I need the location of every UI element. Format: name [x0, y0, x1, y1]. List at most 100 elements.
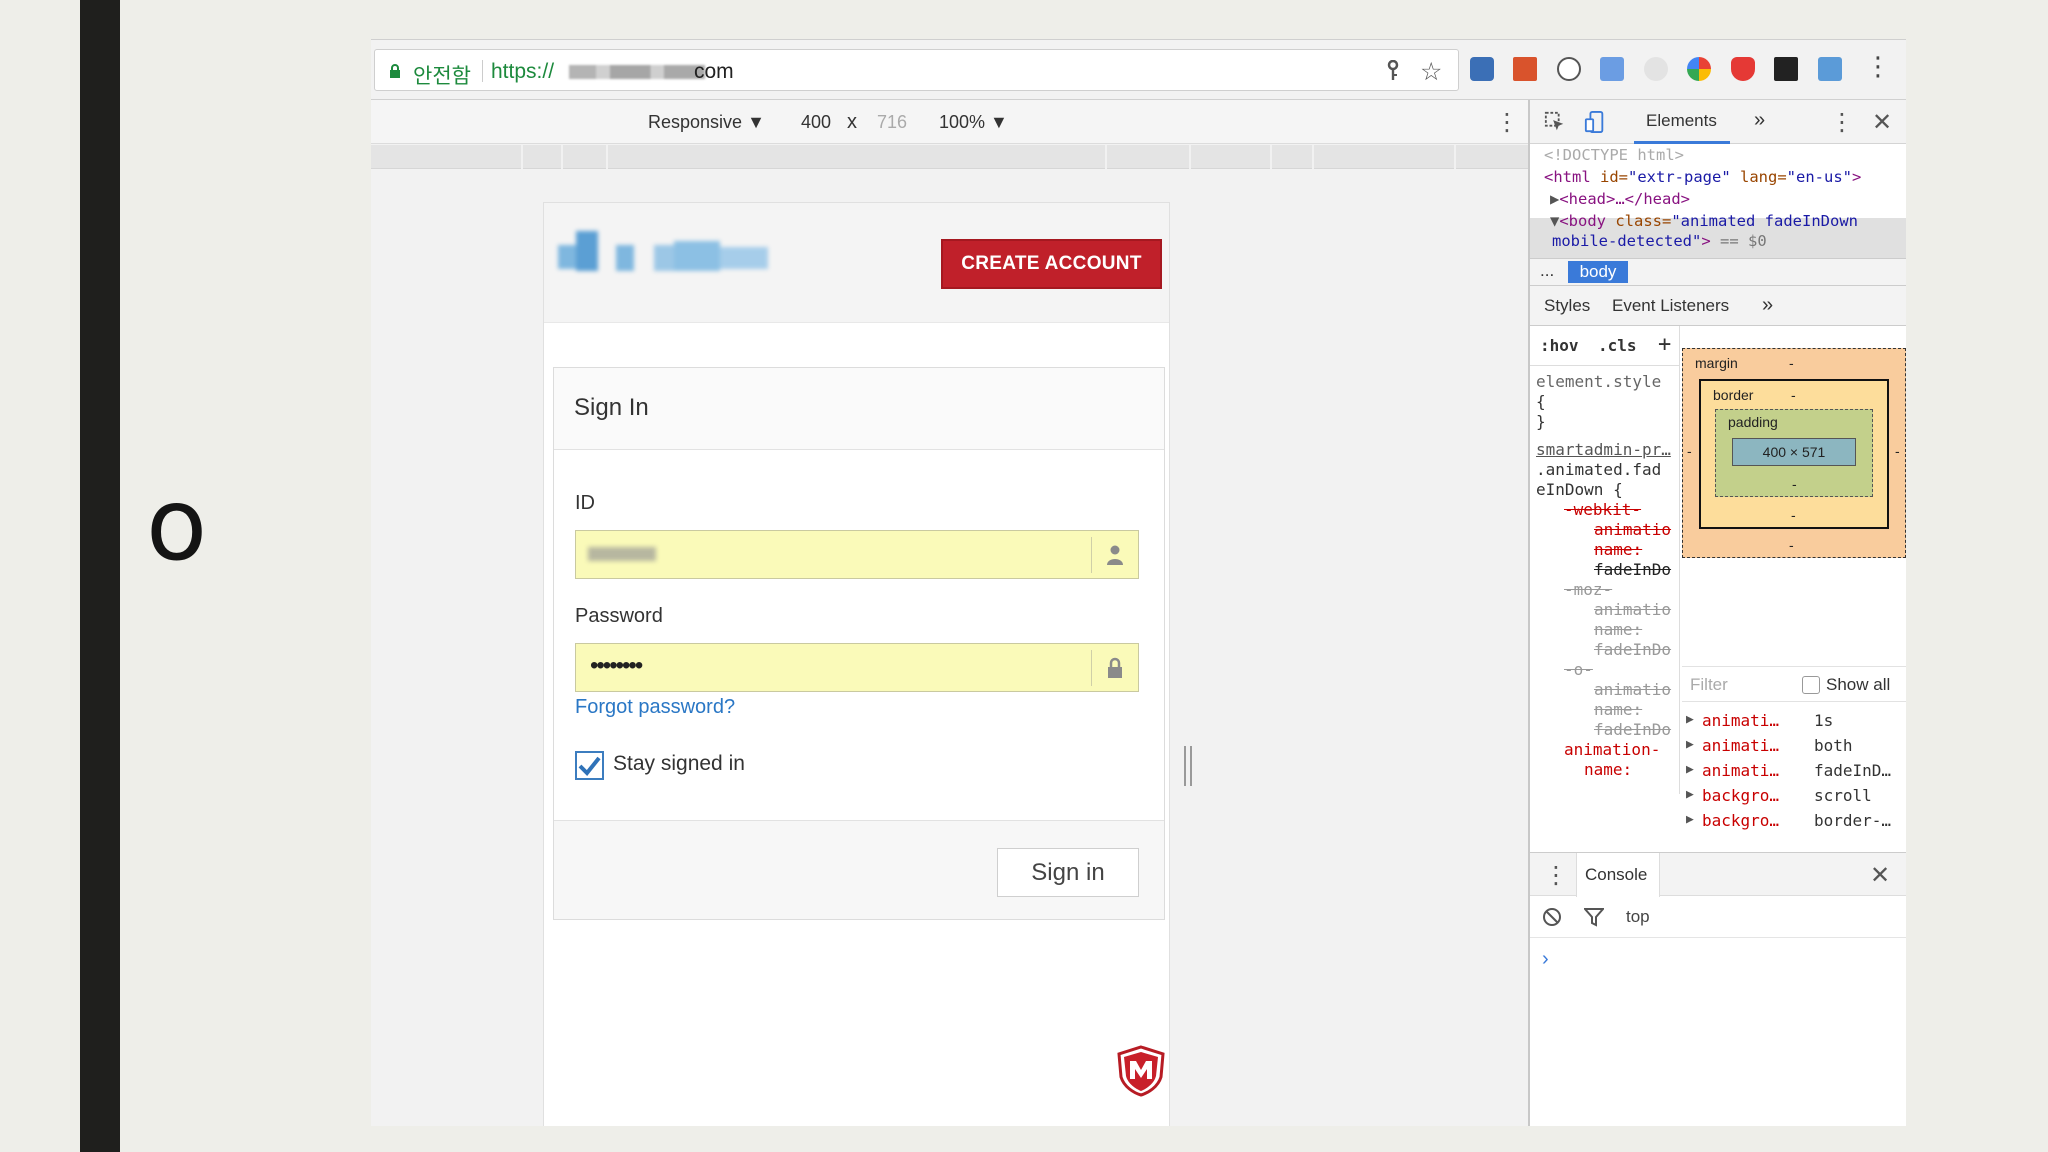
webkit-prefix[interactable]: -webkit-: [1564, 500, 1641, 519]
dom-html-node[interactable]: <html id="extr-page" lang="en-us">: [1544, 168, 1861, 186]
device-toggle-icon[interactable]: [1584, 111, 1606, 133]
id-input[interactable]: [575, 530, 1139, 579]
extension-info-icon[interactable]: [1557, 57, 1581, 81]
devtools-menu-icon[interactable]: ⋮: [1830, 108, 1854, 136]
moz-value[interactable]: fadeInDo: [1594, 640, 1671, 659]
expand-arrow-icon[interactable]: ▶: [1686, 737, 1694, 752]
tab-elements[interactable]: Elements: [1634, 100, 1730, 144]
stylesheet-source-link[interactable]: smartadmin-pr…: [1536, 440, 1671, 459]
expand-arrow-icon[interactable]: ▶: [1550, 190, 1559, 208]
margin-left-value: -: [1687, 443, 1692, 459]
computed-row[interactable]: ▶ animati… both: [1682, 735, 1906, 759]
forgot-password-link[interactable]: Forgot password?: [575, 696, 735, 719]
inspect-element-icon[interactable]: [1544, 111, 1566, 133]
device-height-input[interactable]: 716: [877, 112, 907, 133]
breadcrumb: ... body: [1530, 258, 1906, 286]
zoom-select[interactable]: 100% ▼: [939, 112, 1008, 133]
more-panes-icon[interactable]: »: [1762, 294, 1773, 317]
o-value[interactable]: fadeInDo: [1594, 720, 1671, 739]
dom-body-eq: == $0: [1710, 232, 1767, 250]
breadcrumb-body[interactable]: body: [1568, 261, 1628, 283]
cls-toggle[interactable]: .cls: [1598, 336, 1637, 355]
url-tld[interactable]: com: [694, 60, 734, 84]
tab-event-listeners[interactable]: Event Listeners: [1612, 296, 1729, 316]
secure-label[interactable]: 안전함: [413, 60, 471, 90]
star-icon[interactable]: ☆: [1420, 57, 1442, 86]
dom-body-close: >: [1701, 232, 1711, 250]
webkit-prop-line2[interactable]: name:: [1594, 540, 1642, 559]
computed-row[interactable]: ▶ animati… 1s: [1682, 710, 1906, 734]
page-header: CREATE ACCOUNT: [544, 203, 1169, 323]
new-rule-plus-icon[interactable]: +: [1658, 332, 1671, 357]
dom-body-node[interactable]: ▼<body class="animated fadeInDown: [1550, 212, 1858, 230]
box-model-content[interactable]: 400 × 571: [1732, 438, 1856, 466]
create-account-button[interactable]: CREATE ACCOUNT: [941, 239, 1162, 289]
console-prompt[interactable]: ›: [1542, 948, 1549, 971]
password-input[interactable]: ••••••••: [575, 643, 1139, 692]
extension-translate-icon[interactable]: [1600, 57, 1624, 81]
webkit-prop-line1[interactable]: animatio: [1594, 520, 1671, 539]
filter-icon[interactable]: [1584, 907, 1604, 927]
moz-prop-line2[interactable]: name:: [1594, 620, 1642, 639]
tab-console[interactable]: Console: [1576, 853, 1660, 897]
close-icon[interactable]: ✕: [1870, 861, 1890, 889]
expand-arrow-icon[interactable]: ▶: [1686, 712, 1694, 727]
rule-selector-line2[interactable]: eInDown {: [1536, 480, 1623, 499]
animation-prop-line1[interactable]: animation-: [1564, 740, 1660, 759]
url-scheme[interactable]: https://: [491, 60, 554, 84]
extension-blue-icon[interactable]: [1818, 57, 1842, 81]
device-mode-select[interactable]: Responsive ▼: [648, 112, 765, 133]
sign-in-button[interactable]: Sign in: [997, 848, 1139, 897]
box-model-padding[interactable]: padding - 400 × 571: [1715, 409, 1873, 497]
expand-arrow-icon[interactable]: ▶: [1686, 762, 1694, 777]
element-style-selector[interactable]: element.style: [1536, 372, 1661, 391]
computed-row[interactable]: ▶ backgro… border-…: [1682, 810, 1906, 834]
dom-body-node-cont[interactable]: mobile-detected"> == $0: [1552, 232, 1767, 250]
lock-icon[interactable]: [389, 64, 401, 78]
hov-toggle[interactable]: :hov: [1540, 336, 1579, 355]
breadcrumb-ellipsis[interactable]: ...: [1540, 261, 1554, 281]
dom-doctype[interactable]: <!DOCTYPE html>: [1544, 146, 1684, 164]
box-model-border[interactable]: border - - padding - 400 × 571: [1699, 379, 1889, 529]
animation-prop-line2[interactable]: name:: [1584, 760, 1632, 779]
extension-download-icon[interactable]: [1470, 57, 1494, 81]
drawer-menu-icon[interactable]: ⋮: [1544, 861, 1568, 889]
computed-row[interactable]: ▶ backgro… scroll: [1682, 785, 1906, 809]
computed-row[interactable]: ▶ animati… fadeInD…: [1682, 760, 1906, 784]
extension-red-icon[interactable]: [1513, 57, 1537, 81]
extension-color-picker-icon[interactable]: [1687, 57, 1711, 81]
close-icon[interactable]: ✕: [1872, 108, 1892, 136]
extension-shield-icon[interactable]: [1731, 57, 1755, 81]
extension-jb-icon[interactable]: [1774, 57, 1798, 81]
dom-head-node[interactable]: ▶<head>…</head>: [1550, 190, 1690, 208]
omnibox[interactable]: 안전함 https:// com ☆: [374, 49, 1459, 91]
webkit-value[interactable]: fadeInDo: [1594, 560, 1671, 579]
show-all-checkbox[interactable]: [1802, 676, 1820, 694]
viewport-resize-handle[interactable]: [1184, 746, 1192, 786]
o-prop-line1[interactable]: animatio: [1594, 680, 1671, 699]
show-all-label[interactable]: Show all: [1826, 675, 1890, 695]
stay-signed-in-label[interactable]: Stay signed in: [613, 752, 745, 776]
url-blurred-domain[interactable]: [569, 65, 705, 79]
console-context-select[interactable]: top: [1626, 907, 1650, 927]
expand-arrow-icon[interactable]: ▶: [1686, 787, 1694, 802]
tab-styles[interactable]: Styles: [1544, 296, 1590, 316]
clear-console-icon[interactable]: [1542, 907, 1562, 927]
rule-selector-line1[interactable]: .animated.fad: [1536, 460, 1661, 479]
expand-arrow-icon[interactable]: ▶: [1686, 812, 1694, 827]
moz-prefix[interactable]: -moz-: [1564, 580, 1612, 599]
stay-signed-in-checkbox[interactable]: [575, 751, 604, 780]
box-model-margin[interactable]: margin - - - - border - - padding - 400 …: [1682, 348, 1906, 558]
more-tabs-icon[interactable]: »: [1754, 109, 1765, 132]
device-toolbar-menu-icon[interactable]: ⋮: [1495, 108, 1519, 136]
kebab-menu-icon[interactable]: ⋮: [1865, 52, 1891, 82]
device-width-input[interactable]: 400: [801, 112, 831, 133]
collapse-arrow-icon[interactable]: ▼: [1550, 212, 1559, 230]
key-icon[interactable]: [1384, 60, 1402, 82]
o-prefix[interactable]: -o-: [1564, 660, 1593, 679]
computed-filter-input[interactable]: Filter: [1690, 675, 1728, 695]
moz-prop-line1[interactable]: animatio: [1594, 600, 1671, 619]
o-prop-line2[interactable]: name:: [1594, 700, 1642, 719]
extension-disabled-icon[interactable]: [1644, 57, 1668, 81]
mcafee-shield-icon[interactable]: [1116, 1045, 1166, 1097]
